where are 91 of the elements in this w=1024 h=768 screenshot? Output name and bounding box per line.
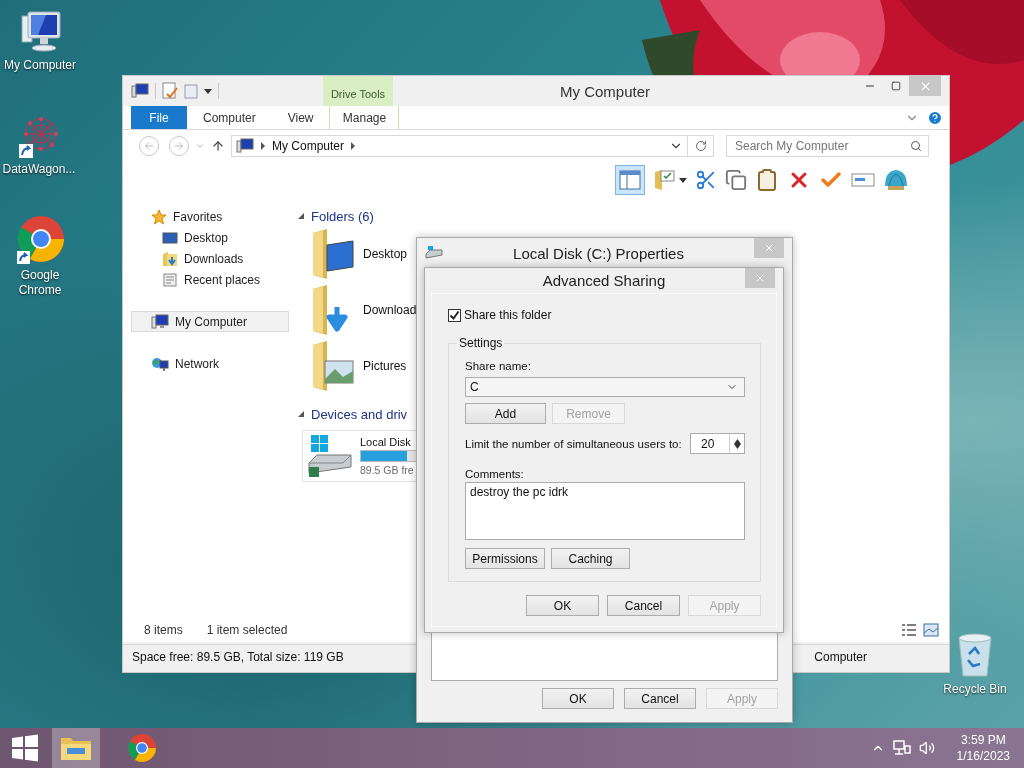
field-label: Comments: bbox=[465, 468, 525, 480]
ribbon-tab[interactable]: Computer bbox=[187, 106, 272, 129]
window-title: My Computer bbox=[559, 82, 651, 100]
sidebar-item[interactable]: My Computer bbox=[131, 311, 289, 332]
monitor-icon bbox=[162, 230, 178, 245]
dialog-button[interactable]: OK bbox=[526, 595, 599, 616]
clock[interactable]: 3:59 PM 1/16/2023 bbox=[956, 732, 1010, 764]
collapse-arrow-icon[interactable] bbox=[297, 410, 305, 418]
paste-icon[interactable] bbox=[755, 168, 779, 192]
volume-icon[interactable] bbox=[918, 740, 935, 756]
refresh-icon bbox=[694, 140, 707, 152]
sidebar-item[interactable]: Network bbox=[131, 353, 289, 374]
computer-icon bbox=[151, 313, 169, 330]
search-field[interactable]: Search My Computer bbox=[726, 135, 929, 157]
item-count: 8 items bbox=[144, 623, 183, 637]
free-space-text: 89.5 GB fre bbox=[360, 464, 414, 476]
folder-name: Desktop bbox=[363, 247, 408, 261]
computer-icon[interactable] bbox=[131, 83, 149, 99]
up-button[interactable] bbox=[211, 139, 225, 153]
sidebar-item[interactable]: Recent places bbox=[131, 269, 289, 290]
address-bar[interactable]: My Computer bbox=[231, 135, 714, 157]
sidebar-item[interactable]: Desktop bbox=[131, 227, 289, 248]
computer-icon bbox=[236, 138, 254, 154]
chevron-icon[interactable] bbox=[350, 142, 357, 150]
selection-count: 1 item selected bbox=[206, 623, 288, 637]
download-folder-icon bbox=[162, 250, 178, 267]
drive-icon bbox=[425, 246, 443, 260]
group-header[interactable]: Folders (6) bbox=[311, 208, 374, 224]
sidebar-item[interactable]: Downloads bbox=[131, 248, 289, 269]
spin-down-icon[interactable] bbox=[733, 443, 741, 449]
dialog-button[interactable]: Cancel bbox=[624, 688, 696, 709]
preview-pane-button[interactable] bbox=[615, 165, 645, 195]
dialog-title: Advanced Sharing bbox=[541, 272, 667, 289]
chevron-icon[interactable] bbox=[260, 142, 266, 150]
file-tab[interactable]: File bbox=[131, 106, 187, 129]
folder-name: Pictures bbox=[363, 359, 407, 373]
maximize-icon bbox=[891, 81, 901, 91]
network-icon[interactable] bbox=[892, 740, 911, 756]
icon-label: Recycle Bin bbox=[943, 682, 1007, 697]
share-button[interactable]: Add bbox=[465, 403, 546, 424]
comments-field[interactable]: destroy the pc idrk bbox=[465, 482, 745, 540]
address-text[interactable]: My Computer bbox=[272, 139, 345, 153]
details-view-icon[interactable] bbox=[901, 623, 917, 637]
dialog-title: Local Disk (C:) Properties bbox=[512, 244, 685, 262]
icon-label: My Computer bbox=[4, 58, 76, 73]
network-icon bbox=[151, 355, 169, 372]
icon-label: DataWagon... bbox=[2, 162, 76, 177]
group-label: Settings bbox=[458, 336, 504, 350]
browser-icon[interactable] bbox=[14, 214, 66, 266]
dropdown-icon[interactable] bbox=[204, 87, 212, 95]
close-icon bbox=[763, 242, 775, 254]
spin-up-icon[interactable] bbox=[733, 438, 741, 444]
option-button[interactable]: Caching bbox=[551, 548, 630, 569]
drive-icon bbox=[305, 433, 355, 479]
user-limit-spinner[interactable]: 20 bbox=[690, 433, 745, 454]
clock-date: 1/16/2023 bbox=[956, 748, 1010, 764]
dialog-button[interactable]: Cancel bbox=[607, 595, 680, 616]
recent-places-icon bbox=[162, 271, 178, 288]
sidebar-item[interactable]: Favorites bbox=[131, 206, 289, 227]
option-button[interactable]: Permissions bbox=[465, 548, 545, 569]
dropdown-icon[interactable] bbox=[679, 176, 687, 184]
start-icon[interactable] bbox=[10, 733, 40, 763]
location-text: Computer bbox=[814, 649, 867, 664]
properties-icon[interactable] bbox=[162, 82, 178, 100]
browser-icon bbox=[127, 733, 157, 763]
space-info: Space free: 89.5 GB, Total size: 119 GB bbox=[132, 649, 344, 664]
back-arrow-icon bbox=[143, 140, 155, 152]
collapse-arrow-icon[interactable] bbox=[297, 212, 305, 220]
large-icons-view-icon[interactable] bbox=[923, 623, 939, 637]
check-icon bbox=[449, 309, 460, 321]
share-checkbox[interactable]: Share this folder bbox=[448, 308, 761, 322]
forward-arrow-icon bbox=[173, 140, 185, 152]
share-name-dropdown[interactable]: C bbox=[465, 377, 745, 397]
ribbon-tab[interactable]: View bbox=[271, 106, 330, 129]
field-label: Share name: bbox=[465, 360, 532, 372]
folder-name: Download bbox=[363, 303, 417, 317]
field-label: Limit the number of simultaneous users to: bbox=[465, 437, 682, 450]
taskbar-button[interactable] bbox=[52, 728, 100, 768]
drive-name: Local Disk bbox=[360, 436, 411, 448]
cut-icon[interactable] bbox=[695, 169, 717, 191]
group-header[interactable]: Devices and driv bbox=[311, 406, 408, 422]
clock-time: 3:59 PM bbox=[960, 732, 1006, 748]
search-icon[interactable] bbox=[910, 140, 922, 152]
help-icon[interactable] bbox=[927, 109, 943, 126]
dialog-button[interactable]: OK bbox=[542, 688, 614, 709]
rename-icon[interactable] bbox=[851, 171, 875, 189]
copy-icon[interactable] bbox=[725, 169, 747, 191]
star-icon bbox=[151, 208, 167, 225]
context-tab-label: Drive Tools bbox=[323, 76, 393, 106]
icon-label: Google Chrome bbox=[17, 268, 63, 298]
close-icon bbox=[754, 272, 766, 284]
